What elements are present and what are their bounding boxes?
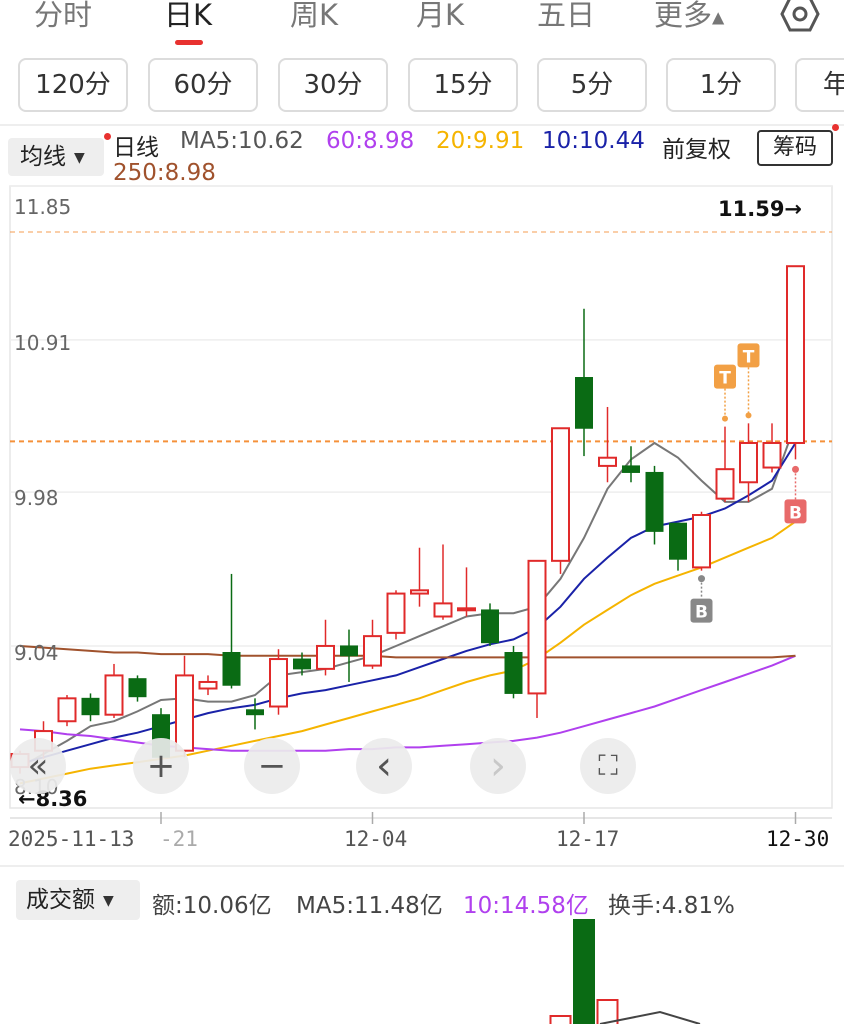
ma-lines	[19, 422, 797, 785]
minus-icon: −	[257, 746, 287, 786]
caret-down-icon: ▼	[103, 892, 114, 909]
candle-body-down	[622, 465, 640, 473]
turnover-rate: 换手:4.81%	[608, 893, 735, 919]
candle-body-down	[246, 709, 264, 716]
candle-body-up	[762, 441, 782, 469]
chevron-right-icon: ›	[490, 743, 506, 789]
y-tick-label: 10.91	[14, 331, 71, 355]
chevron-left-icon: ‹	[376, 743, 392, 789]
y-tick-label: 11.85	[14, 195, 71, 219]
ma-line-ma60	[19, 654, 796, 752]
ma-line-ma10	[19, 442, 797, 765]
volume-selector-label: 成交额	[26, 887, 95, 913]
candle-body-down	[669, 522, 687, 560]
candle-body-up	[316, 644, 335, 670]
candle-body-down	[575, 377, 593, 429]
candle-body-down	[128, 678, 147, 698]
previous-button[interactable]: ‹	[356, 738, 412, 794]
candle-body-down	[293, 658, 311, 670]
signal-label: T	[743, 347, 755, 367]
candle-body-down	[645, 471, 664, 532]
candle-body-up	[715, 468, 735, 500]
candle-body-up	[386, 592, 406, 634]
candle-body-up	[363, 635, 382, 667]
volume-ma10: 10:14.58亿	[463, 893, 589, 919]
candle-body-up	[551, 427, 570, 562]
candle-body-up	[527, 559, 547, 695]
candle-body-down	[504, 652, 523, 694]
candle-body-down	[481, 609, 499, 644]
candle-body-down	[81, 697, 100, 716]
grid-layer	[9, 185, 833, 824]
signal-label: B	[695, 603, 708, 623]
x-date-label: 12-30	[766, 827, 829, 851]
candle-body-up	[175, 674, 194, 752]
fullscreen-button[interactable]: ⛶	[580, 738, 636, 794]
y-tick-label: 9.04	[14, 641, 59, 665]
x-date-label: -21	[160, 827, 198, 851]
volume-bar	[573, 919, 595, 1024]
y-tick-label: 9.98	[14, 486, 59, 510]
candle-body-up	[433, 602, 453, 618]
zoom-out-button[interactable]: −	[244, 738, 300, 794]
candle-body-up	[198, 680, 218, 690]
expand-icon: ⛶	[598, 749, 618, 782]
x-date-label: 2025-11-13	[8, 827, 134, 851]
candle-body-up	[739, 441, 758, 484]
high-price-label: 11.59→	[718, 197, 802, 221]
candle-body-down	[222, 652, 241, 686]
candle-body-up	[269, 658, 288, 708]
zoom-in-button[interactable]: +	[133, 738, 189, 794]
candle-body-up	[786, 265, 805, 444]
candle-body-up	[410, 589, 429, 595]
volume-bar	[549, 1015, 572, 1024]
plot-frame	[9, 185, 833, 809]
x-date-label: 12-17	[556, 827, 619, 851]
signal-label: B	[789, 503, 802, 523]
ma-line-ma250	[19, 645, 796, 659]
volume-amount: 额:10.06亿	[152, 893, 272, 919]
candle-body-up	[457, 607, 476, 612]
candle-body-down	[340, 645, 358, 657]
double-chevron-left-icon: «	[27, 746, 49, 786]
candle-body-up	[692, 514, 711, 569]
plus-icon: +	[146, 746, 176, 786]
candle-body-up	[104, 674, 124, 716]
kline-chart[interactable]: TTBB 11.85 10.91 9.98 9.04 8.10 11.59→ ←…	[0, 0, 844, 1024]
candle-body-up	[598, 456, 617, 467]
ma-line-ma5	[19, 422, 797, 768]
x-date-label: 12-04	[344, 827, 407, 851]
signal-label: T	[719, 369, 731, 389]
candle-body-up	[57, 697, 77, 723]
volume-ma5: MA5:11.48亿	[296, 893, 443, 919]
scroll-left-button[interactable]: «	[10, 738, 66, 794]
volume-indicator-selector[interactable]: 成交额 ▼	[16, 880, 140, 920]
next-button[interactable]: ›	[470, 738, 526, 794]
